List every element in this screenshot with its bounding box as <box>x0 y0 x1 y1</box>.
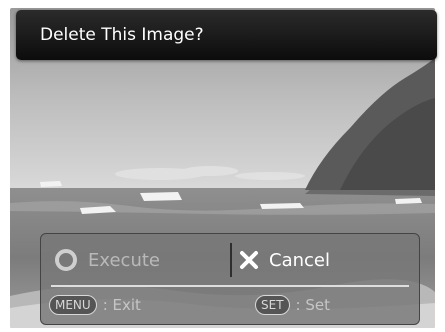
cancel-option[interactable]: Cancel <box>239 234 330 286</box>
option-divider <box>230 243 232 277</box>
execute-label: Execute <box>88 249 160 271</box>
execute-option[interactable]: Execute <box>55 234 160 286</box>
menu-hint: MENU : Exit <box>49 291 141 319</box>
menu-key-badge: MENU <box>49 295 97 315</box>
cancel-label: Cancel <box>269 249 330 271</box>
dialog-title: Delete This Image? <box>16 10 437 60</box>
menu-hint-label: : Exit <box>102 296 141 314</box>
set-hint: SET : Set <box>255 291 330 319</box>
set-hint-label: : Set <box>295 296 330 314</box>
set-key-badge: SET <box>255 295 290 315</box>
x-icon <box>240 251 258 269</box>
confirm-dialog: Execute Cancel MENU : Exit SET : Set <box>40 233 420 325</box>
ring-icon <box>55 249 77 271</box>
hint-divider <box>51 285 409 287</box>
